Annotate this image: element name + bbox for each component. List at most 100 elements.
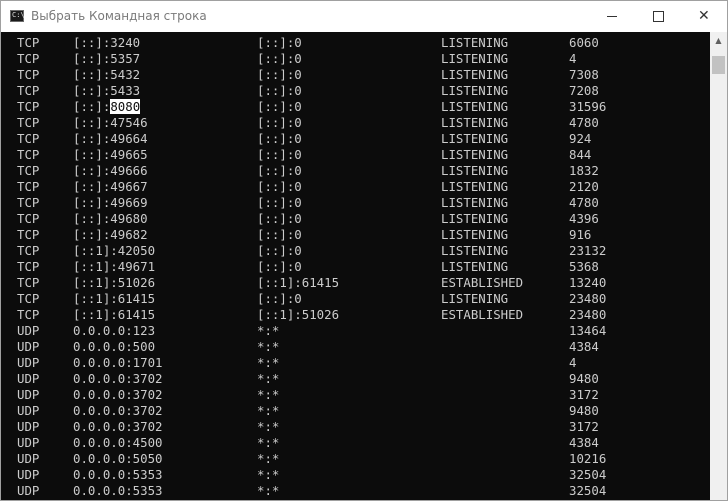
foreign-address-cell: [::]:0 [257, 35, 302, 50]
local-address-cell: [::]:49664 [73, 131, 148, 146]
state-cell: LISTENING [441, 67, 509, 82]
foreign-address-cell: [::]:0 [257, 115, 302, 130]
foreign-address-cell: [::]:0 [257, 147, 302, 162]
protocol-cell: UDP [17, 403, 40, 418]
foreign-address-cell: *:* [257, 467, 280, 482]
state-cell: LISTENING [441, 211, 509, 226]
local-address-cell: [::]:49667 [73, 179, 148, 194]
state-cell: ESTABLISHED [441, 275, 524, 290]
pid-cell: 4384 [569, 435, 599, 450]
scroll-up-arrow-icon[interactable]: ▲ [710, 32, 727, 49]
foreign-address-cell: [::]:0 [257, 67, 302, 82]
title-bar[interactable]: C:\ Выбрать Командная строка ✕ [1, 1, 727, 32]
state-cell: LISTENING [441, 99, 509, 114]
pid-cell: 924 [569, 131, 592, 146]
protocol-cell: TCP [17, 51, 40, 66]
local-address-cell: [::]:49669 [73, 195, 148, 210]
local-address-cell: 0.0.0.0:123 [73, 323, 156, 338]
pid-cell: 9480 [569, 371, 599, 386]
scroll-thumb[interactable] [712, 56, 725, 74]
protocol-cell: TCP [17, 195, 40, 210]
maximize-button[interactable] [635, 1, 681, 32]
protocol-cell: UDP [17, 323, 40, 338]
foreign-address-cell: *:* [257, 451, 280, 466]
pid-cell: 23480 [569, 291, 607, 306]
pid-cell: 7208 [569, 83, 599, 98]
pid-cell: 32504 [569, 483, 607, 498]
foreign-address-cell: *:* [257, 403, 280, 418]
local-address-cell: [::1]:42050 [73, 243, 156, 258]
protocol-cell: TCP [17, 179, 40, 194]
console-output[interactable]: TCP [::]:3240 [::]:0 LISTENING 6060 TCP [::]:5… [1, 32, 710, 500]
state-cell: LISTENING [441, 51, 509, 66]
state-cell: LISTENING [441, 259, 509, 274]
protocol-cell: TCP [17, 131, 40, 146]
local-address-cell: [::]:49682 [73, 227, 148, 242]
foreign-address-cell: *:* [257, 371, 280, 386]
state-cell: LISTENING [441, 227, 509, 242]
protocol-cell: TCP [17, 163, 40, 178]
local-address-cell: 0.0.0.0:5353 [73, 467, 163, 482]
state-cell: LISTENING [441, 35, 509, 50]
protocol-cell: UDP [17, 371, 40, 386]
foreign-address-cell: [::]:0 [257, 195, 302, 210]
foreign-address-cell: *:* [257, 355, 280, 370]
state-cell: LISTENING [441, 131, 509, 146]
pid-cell: 13464 [569, 323, 607, 338]
local-address-cell: [::1]:61415 [73, 291, 156, 306]
minimize-icon [607, 16, 617, 17]
local-address-cell: [::]:49680 [73, 211, 148, 226]
protocol-cell: TCP [17, 243, 40, 258]
foreign-address-cell: [::]:0 [257, 211, 302, 226]
close-button[interactable]: ✕ [681, 1, 727, 32]
protocol-cell: UDP [17, 483, 40, 498]
protocol-cell: UDP [17, 467, 40, 482]
foreign-address-cell: [::]:0 [257, 83, 302, 98]
protocol-cell: TCP [17, 211, 40, 226]
pid-cell: 9480 [569, 403, 599, 418]
state-cell: ESTABLISHED [441, 307, 524, 322]
local-address-cell: 0.0.0.0:3702 [73, 387, 163, 402]
foreign-address-cell: [::]:0 [257, 51, 302, 66]
maximize-icon [653, 11, 664, 22]
pid-cell: 4 [569, 51, 577, 66]
console-icon-glyph: C:\ [12, 11, 25, 19]
local-address-cell: [::1]:61415 [73, 307, 156, 322]
pid-cell: 4 [569, 355, 577, 370]
foreign-address-cell: [::]:0 [257, 179, 302, 194]
protocol-cell: UDP [17, 387, 40, 402]
local-address-cell: 0.0.0.0:3702 [73, 403, 163, 418]
foreign-address-cell: [::]:0 [257, 227, 302, 242]
local-address-cell: 0.0.0.0:5050 [73, 451, 163, 466]
pid-cell: 1832 [569, 163, 599, 178]
local-address-cell: 0.0.0.0:3702 [73, 419, 163, 434]
local-address-cell: [::]:47546 [73, 115, 148, 130]
local-address-cell: 0.0.0.0:5353 [73, 483, 163, 498]
protocol-cell: UDP [17, 435, 40, 450]
pid-cell: 6060 [569, 35, 599, 50]
protocol-cell: UDP [17, 419, 40, 434]
local-address-cell: [::]:3240 [73, 35, 141, 50]
local-address-cell: [::]:5432 [73, 67, 141, 82]
protocol-cell: TCP [17, 147, 40, 162]
minimize-button[interactable] [589, 1, 635, 32]
pid-cell: 32504 [569, 467, 607, 482]
pid-cell: 844 [569, 147, 592, 162]
console-icon[interactable]: C:\ [10, 10, 25, 22]
pid-cell: 4396 [569, 211, 599, 226]
protocol-cell: TCP [17, 35, 40, 50]
text-selection[interactable]: 8080 [110, 99, 141, 114]
local-address-cell: [::]:8080 [73, 99, 141, 115]
state-cell: LISTENING [441, 291, 509, 306]
state-cell: LISTENING [441, 83, 509, 98]
local-address-cell: [::]:49665 [73, 147, 148, 162]
foreign-address-cell: [::1]:61415 [257, 275, 340, 290]
vertical-scrollbar[interactable]: ▲ [710, 32, 727, 500]
pid-cell: 4780 [569, 195, 599, 210]
local-address-cell: 0.0.0.0:1701 [73, 355, 163, 370]
local-address-cell: 0.0.0.0:4500 [73, 435, 163, 450]
state-cell: LISTENING [441, 195, 509, 210]
foreign-address-cell: *:* [257, 435, 280, 450]
pid-cell: 5368 [569, 259, 599, 274]
pid-cell: 10216 [569, 451, 607, 466]
